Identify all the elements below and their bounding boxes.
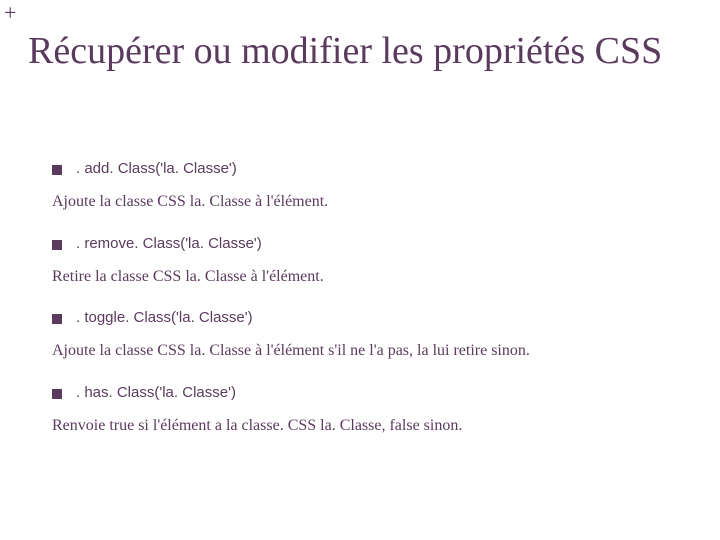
slide-title: Récupérer ou modifier les propriétés CSS xyxy=(28,30,710,74)
square-bullet-icon xyxy=(52,165,62,175)
bullet-item: . has. Class('la. Classe') xyxy=(52,384,680,401)
bullet-item: . toggle. Class('la. Classe') xyxy=(52,309,680,326)
bullet-text: . add. Class('la. Classe') xyxy=(76,160,237,177)
square-bullet-icon xyxy=(52,240,62,250)
bullet-desc: Retire la classe CSS la. Classe à l'élém… xyxy=(52,266,680,288)
bullet-item: . add. Class('la. Classe') xyxy=(52,160,680,177)
bullet-text: . has. Class('la. Classe') xyxy=(76,384,236,401)
bullet-desc: Renvoie true si l'élément a la classe. C… xyxy=(52,415,680,437)
square-bullet-icon xyxy=(52,389,62,399)
square-bullet-icon xyxy=(52,314,62,324)
corner-plus: + xyxy=(4,2,16,24)
bullet-text: . toggle. Class('la. Classe') xyxy=(76,309,253,326)
slide: + Récupérer ou modifier les propriétés C… xyxy=(0,0,720,540)
bullet-desc: Ajoute la classe CSS la. Classe à l'élém… xyxy=(52,340,680,362)
bullet-text: . remove. Class('la. Classe') xyxy=(76,235,262,252)
slide-body: . add. Class('la. Classe') Ajoute la cla… xyxy=(52,160,680,458)
bullet-item: . remove. Class('la. Classe') xyxy=(52,235,680,252)
bullet-desc: Ajoute la classe CSS la. Classe à l'élém… xyxy=(52,191,680,213)
